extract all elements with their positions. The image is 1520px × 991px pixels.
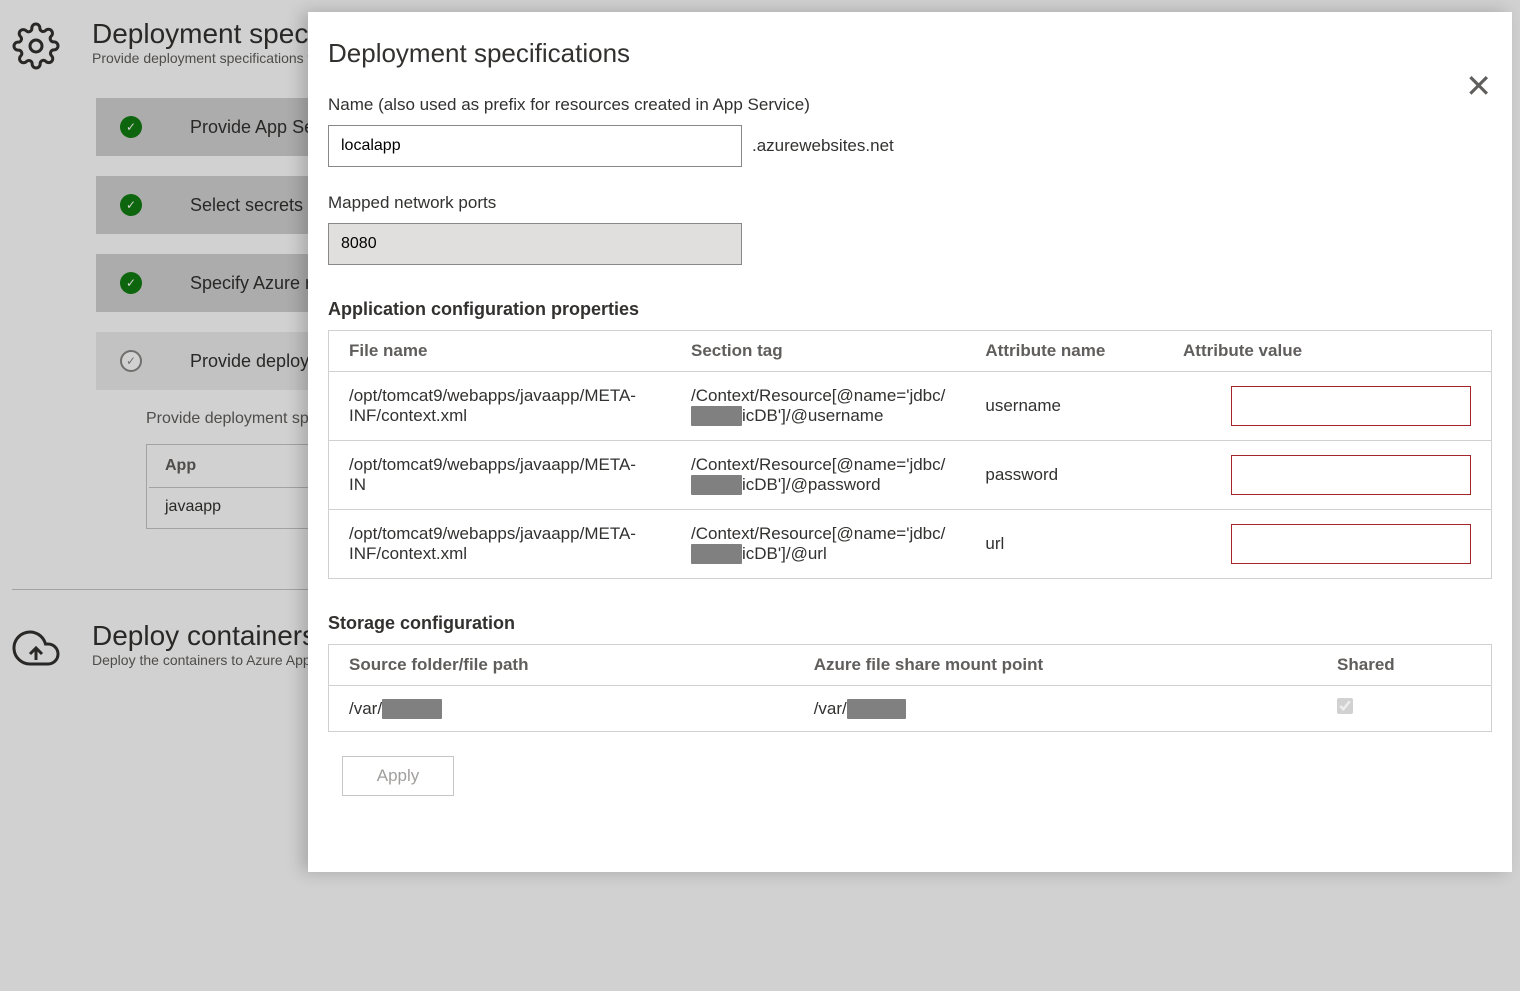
modal-title: Deployment specifications [328, 38, 1492, 69]
shared-checkbox [1337, 698, 1353, 714]
section-tag-cell: /Context/Resource[@name='jdbc/xxxxxxicDB… [671, 372, 965, 441]
app-config-table: File name Section tag Attribute name Att… [328, 330, 1492, 579]
col-attr-value: Attribute value [1163, 331, 1491, 372]
attr-value-input[interactable] [1231, 524, 1471, 564]
mount-point-cell: /var/xxxxxxx [794, 686, 1317, 732]
section-tag-cell: /Context/Resource[@name='jdbc/xxxxxxicDB… [671, 441, 965, 510]
close-button[interactable]: ✕ [1465, 70, 1492, 102]
name-input[interactable] [328, 125, 742, 167]
deployment-spec-modal: Deployment specifications ✕ Name (also u… [308, 12, 1512, 872]
ports-label: Mapped network ports [328, 193, 1492, 213]
storage-header: Storage configuration [328, 613, 1492, 634]
source-path-cell: /var/xxxxxxx [329, 686, 794, 732]
section-tag-cell: /Context/Resource[@name='jdbc/xxxxxxicDB… [671, 510, 965, 579]
file-name-cell: /opt/tomcat9/webapps/javaapp/META-IN [329, 441, 671, 510]
attr-name-cell: url [965, 510, 1163, 579]
apply-button[interactable]: Apply [342, 756, 454, 796]
col-attr-name: Attribute name [965, 331, 1163, 372]
col-source: Source folder/file path [329, 645, 794, 686]
col-file-name: File name [329, 331, 671, 372]
file-name-cell: /opt/tomcat9/webapps/javaapp/META-INF/co… [329, 510, 671, 579]
name-label: Name (also used as prefix for resources … [328, 95, 1492, 115]
file-name-cell: /opt/tomcat9/webapps/javaapp/META-INF/co… [329, 372, 671, 441]
domain-suffix: .azurewebsites.net [752, 136, 894, 156]
app-config-header: Application configuration properties [328, 299, 1492, 320]
attr-name-cell: password [965, 441, 1163, 510]
attr-value-input[interactable] [1231, 455, 1471, 495]
col-shared: Shared [1317, 645, 1491, 686]
config-row: /opt/tomcat9/webapps/javaapp/META-IN /Co… [329, 441, 1492, 510]
close-icon: ✕ [1465, 68, 1492, 104]
config-row: /opt/tomcat9/webapps/javaapp/META-INF/co… [329, 510, 1492, 579]
config-row: /opt/tomcat9/webapps/javaapp/META-INF/co… [329, 372, 1492, 441]
attr-name-cell: username [965, 372, 1163, 441]
ports-input [328, 223, 742, 265]
col-mount: Azure file share mount point [794, 645, 1317, 686]
attr-value-input[interactable] [1231, 386, 1471, 426]
storage-table: Source folder/file path Azure file share… [328, 644, 1492, 732]
col-section-tag: Section tag [671, 331, 965, 372]
storage-row: /var/xxxxxxx /var/xxxxxxx [329, 686, 1492, 732]
